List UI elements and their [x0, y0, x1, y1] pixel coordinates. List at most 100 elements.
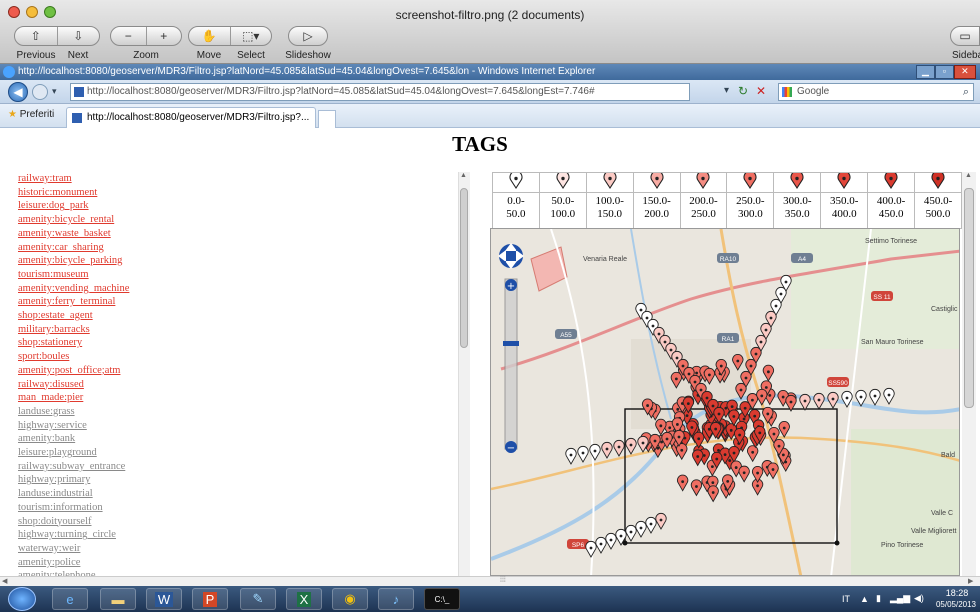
itunes-taskbar-icon[interactable]: ♪ [378, 588, 414, 610]
legend-range-end: 150.0 [597, 208, 623, 220]
legend-range-end: 200.0 [644, 208, 669, 220]
slideshow-group: ▷ [288, 26, 328, 46]
page-scroll-up-icon[interactable]: ▲ [965, 172, 972, 179]
chrome-taskbar-icon[interactable]: ◉ [332, 588, 368, 610]
address-dropdown-icon[interactable]: ▾ [724, 85, 729, 96]
clock-date[interactable]: 05/05/2013 [932, 600, 980, 609]
tag-link[interactable]: man_made:pier [18, 391, 218, 405]
sidebar-group: ▭ [950, 26, 980, 46]
page-content: TAGS railway:tram historic:monument leisur… [0, 128, 980, 576]
start-button[interactable] [8, 587, 36, 611]
history-dropdown-icon[interactable]: ▾ [52, 86, 57, 97]
tray-expand-icon[interactable]: ▲ [860, 594, 869, 604]
clock-time[interactable]: 18:28 [936, 588, 978, 598]
legend-marker-cell [679, 170, 728, 193]
map-marker-icon [931, 170, 945, 190]
signal-icon[interactable]: ▂▄▆ [890, 593, 910, 604]
tag-link[interactable]: amenity:post_office;atm [18, 364, 218, 378]
tag-link[interactable]: railway:subway_entrance [18, 460, 218, 474]
ie-logo-icon [3, 66, 15, 78]
tag-link[interactable]: highway:turning_circle [18, 528, 218, 542]
tag-link[interactable]: landuse:grass [18, 405, 218, 419]
close-icon[interactable]: ✕ [953, 65, 976, 79]
tag-link[interactable]: highway:primary [18, 473, 218, 487]
minimize-icon[interactable]: ▁ [916, 65, 935, 79]
tag-link[interactable]: railway:disused [18, 378, 218, 392]
legend-range-cell: 50.0- 100.0 [538, 192, 587, 229]
zoom-slider[interactable]: + − [503, 278, 519, 454]
tag-link[interactable]: shop:estate_agent [18, 309, 218, 323]
tag-link[interactable]: sport:boules [18, 350, 218, 364]
legend-range-start: 300.0- [783, 195, 812, 207]
powerpoint-taskbar-icon[interactable]: P [192, 588, 228, 610]
tag-link[interactable]: amenity:waste_basket [18, 227, 218, 241]
stop-icon[interactable]: ✕ [756, 84, 766, 98]
tag-link[interactable]: leisure:playground [18, 446, 218, 460]
network-icon[interactable]: ▮ [876, 593, 881, 604]
tag-link[interactable]: amenity:police [18, 556, 218, 570]
back-button[interactable]: ◀ [8, 82, 28, 102]
legend-range-cell: 450.0- 500.0 [914, 192, 962, 229]
tag-link[interactable]: historic:monument [18, 186, 218, 200]
volume-icon[interactable]: ◀) [914, 593, 924, 604]
tags-scrollbar-thumb[interactable] [460, 188, 468, 348]
favorites-button[interactable]: ★ Preferiti [8, 109, 54, 120]
tag-link[interactable]: waterway:weir [18, 542, 218, 556]
sidebar-button[interactable]: ▭ [951, 27, 979, 45]
scroll-right-icon[interactable]: ▶ [968, 577, 973, 585]
language-indicator[interactable]: IT [842, 594, 850, 604]
next-button[interactable]: ⇩ [58, 27, 100, 45]
map-marker-icon [743, 170, 757, 190]
scroll-left-icon[interactable]: ◀ [2, 577, 7, 585]
tag-link[interactable]: landuse:industrial [18, 487, 218, 501]
map-place-label: Valle C [931, 510, 953, 517]
search-icon[interactable]: ⌕ [963, 84, 969, 100]
explorer-taskbar-icon[interactable]: ▬ [100, 588, 136, 610]
tag-link[interactable]: shop:doityourself [18, 515, 218, 529]
slideshow-button[interactable]: ▷ [289, 27, 327, 45]
tag-link[interactable]: amenity:bank [18, 432, 218, 446]
tag-link[interactable]: amenity:telephone [18, 569, 218, 576]
next-label: Next [67, 50, 89, 61]
zoom-out-button[interactable]: − [111, 27, 147, 45]
paint-taskbar-icon[interactable]: ✎ [240, 588, 276, 610]
move-tool-button[interactable]: ✋ [189, 27, 231, 45]
page-scrollbar-thumb[interactable] [964, 188, 974, 408]
excel-taskbar-icon[interactable]: X [286, 588, 322, 610]
forward-button[interactable] [32, 84, 48, 100]
tag-link[interactable]: tourism:museum [18, 268, 218, 282]
tag-link[interactable]: amenity:ferry_terminal [18, 295, 218, 309]
scroll-up-icon[interactable]: ▲ [460, 172, 467, 179]
word-taskbar-icon[interactable]: W [146, 588, 182, 610]
road-badge: RA10 [717, 253, 739, 263]
ie-taskbar-icon[interactable]: e [52, 588, 88, 610]
new-tab-button[interactable] [318, 110, 336, 128]
tag-link[interactable]: shop:stationery [18, 336, 218, 350]
search-input[interactable]: Google ⌕ [778, 83, 974, 101]
tab-active[interactable]: http://localhost:8080/geoserver/MDR3/Fil… [66, 107, 316, 128]
tag-link[interactable]: railway:tram [18, 172, 218, 186]
zoom-in-button[interactable]: + [147, 27, 182, 45]
tag-link[interactable]: highway:service [18, 419, 218, 433]
select-tool-button[interactable]: ⬚▾ [231, 27, 272, 45]
previous-button[interactable]: ⇧ [15, 27, 58, 45]
map-view[interactable]: + − RA10 A4 SS 11 A55 RA1 SS590 SP6 Venaria Re… [490, 228, 960, 576]
tab-row: ★ Preferiti http://localhost:8080/geoser… [0, 104, 980, 128]
map-canvas[interactable]: + − RA10 A4 SS 11 A55 RA1 SS590 SP6 Venaria Re… [491, 229, 960, 576]
refresh-icon[interactable]: ↻ [738, 84, 748, 98]
legend-range-start: 0.0- [507, 195, 525, 207]
tag-link[interactable]: amenity:bicycle_rental [18, 213, 218, 227]
page-favicon-icon [74, 87, 84, 97]
tag-link[interactable]: amenity:bicycle_parking [18, 254, 218, 268]
tag-link[interactable]: amenity:vending_machine [18, 282, 218, 296]
tag-link[interactable]: leisure:dog_park [18, 199, 218, 213]
horizontal-scrollbar[interactable]: ◀ ⁞⁞⁞ ▶ [0, 576, 980, 586]
terminal-taskbar-icon[interactable]: C:\_ [424, 588, 460, 610]
tag-link[interactable]: tourism:information [18, 501, 218, 515]
browser-titlebar: http://localhost:8080/geoserver/MDR3/Fil… [0, 64, 980, 80]
maximize-icon[interactable]: ▫ [934, 65, 954, 79]
tag-link[interactable]: military:barracks [18, 323, 218, 337]
map-green-area [791, 229, 959, 349]
tag-link[interactable]: amenity:car_sharing [18, 241, 218, 255]
address-input[interactable]: http://localhost:8080/geoserver/MDR3/Fil… [70, 83, 690, 101]
